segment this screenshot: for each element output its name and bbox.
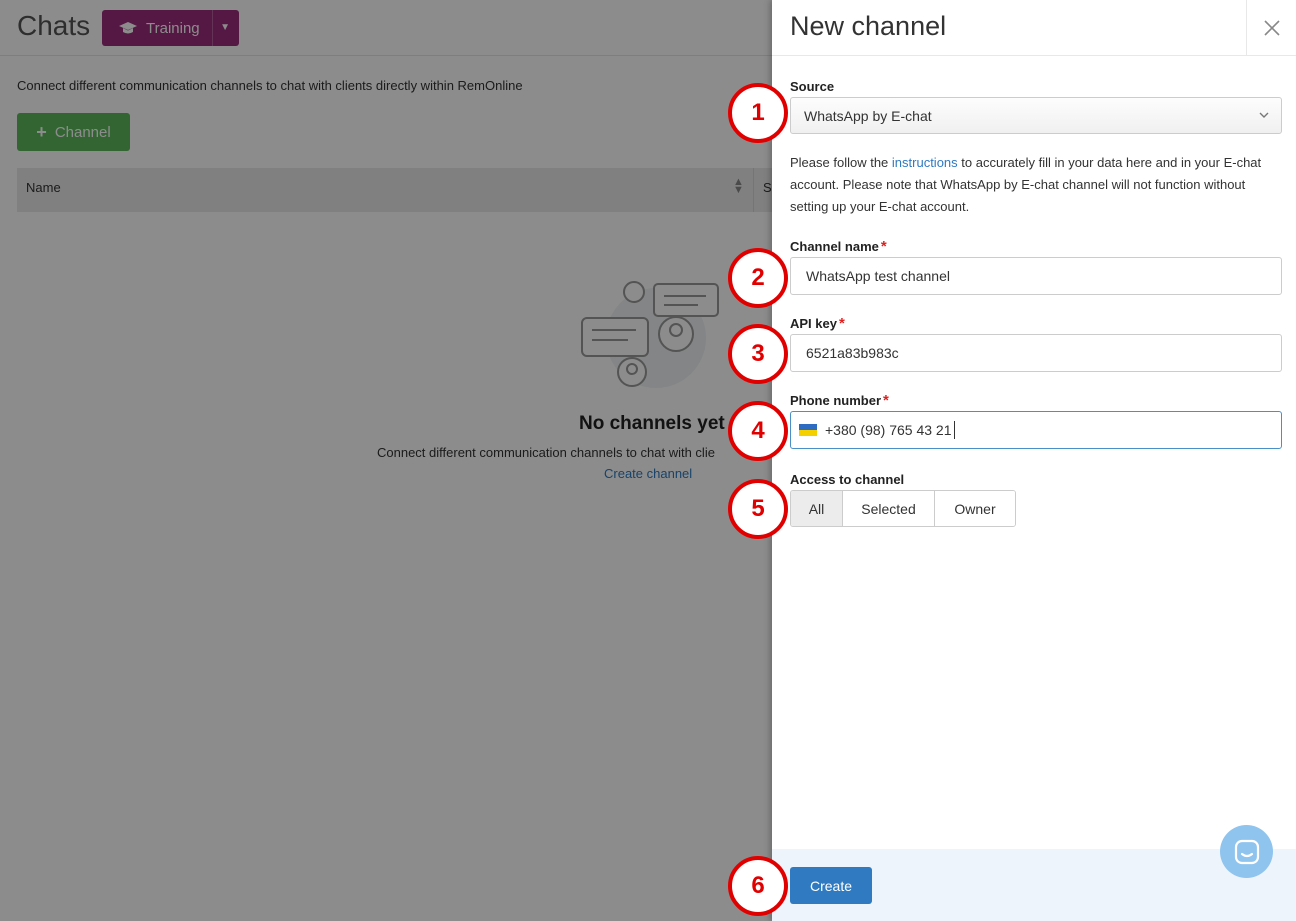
close-button[interactable] — [1246, 0, 1296, 56]
phone-number-input[interactable]: +380 (98) 765 43 21 — [790, 411, 1282, 449]
step-marker-2: 2 — [728, 248, 788, 308]
modal-backdrop[interactable] — [0, 0, 772, 921]
ukraine-flag-icon[interactable] — [799, 424, 817, 436]
panel-header: New channel — [772, 0, 1296, 56]
source-select[interactable]: WhatsApp by E-chat — [790, 97, 1282, 134]
source-label: Source — [790, 79, 834, 94]
phone-number-label-text: Phone number — [790, 393, 882, 408]
phone-number-label: Phone number * — [790, 392, 889, 409]
phone-number-value: +380 (98) 765 43 21 — [825, 422, 952, 438]
new-channel-panel: New channel Source WhatsApp by E-chat Pl… — [772, 0, 1296, 921]
step-marker-1: 1 — [728, 83, 788, 143]
channel-name-input[interactable]: WhatsApp test channel — [790, 257, 1282, 295]
access-option-selected[interactable]: Selected — [843, 491, 935, 526]
step-marker-5: 5 — [728, 479, 788, 539]
support-chat-button[interactable] — [1220, 825, 1273, 878]
chat-icon — [1234, 839, 1259, 864]
step-marker-4: 4 — [728, 401, 788, 461]
access-option-owner[interactable]: Owner — [935, 491, 1015, 526]
api-key-input[interactable]: 6521a83b983c — [790, 334, 1282, 372]
api-key-value: 6521a83b983c — [806, 345, 899, 361]
access-label-text: Access to channel — [790, 472, 905, 487]
step-marker-3: 3 — [728, 324, 788, 384]
create-button[interactable]: Create — [790, 867, 872, 904]
channel-name-label-text: Channel name — [790, 239, 879, 254]
panel-title: New channel — [790, 11, 947, 41]
text-cursor — [953, 421, 955, 439]
note-before: Please follow the — [790, 155, 892, 170]
instructions-link[interactable]: instructions — [892, 155, 958, 170]
panel-footer: Create — [772, 849, 1296, 921]
source-value: WhatsApp by E-chat — [804, 107, 932, 124]
access-option-all[interactable]: All — [791, 491, 843, 526]
access-segmented-control: All Selected Owner — [790, 490, 1016, 527]
step-marker-6: 6 — [728, 856, 788, 916]
required-mark: * — [880, 238, 887, 255]
source-label-text: Source — [790, 79, 835, 94]
required-mark: * — [838, 315, 845, 332]
access-label: Access to channel — [790, 472, 904, 487]
api-key-label-text: API key — [790, 316, 837, 331]
api-key-label: API key * — [790, 315, 845, 332]
channel-name-label: Channel name * — [790, 238, 887, 255]
chevron-down-icon — [1259, 112, 1269, 118]
instructions-note: Please follow the instructions to accura… — [790, 152, 1280, 218]
close-icon — [1263, 20, 1280, 36]
required-mark: * — [883, 392, 889, 409]
channel-name-value: WhatsApp test channel — [806, 268, 950, 284]
